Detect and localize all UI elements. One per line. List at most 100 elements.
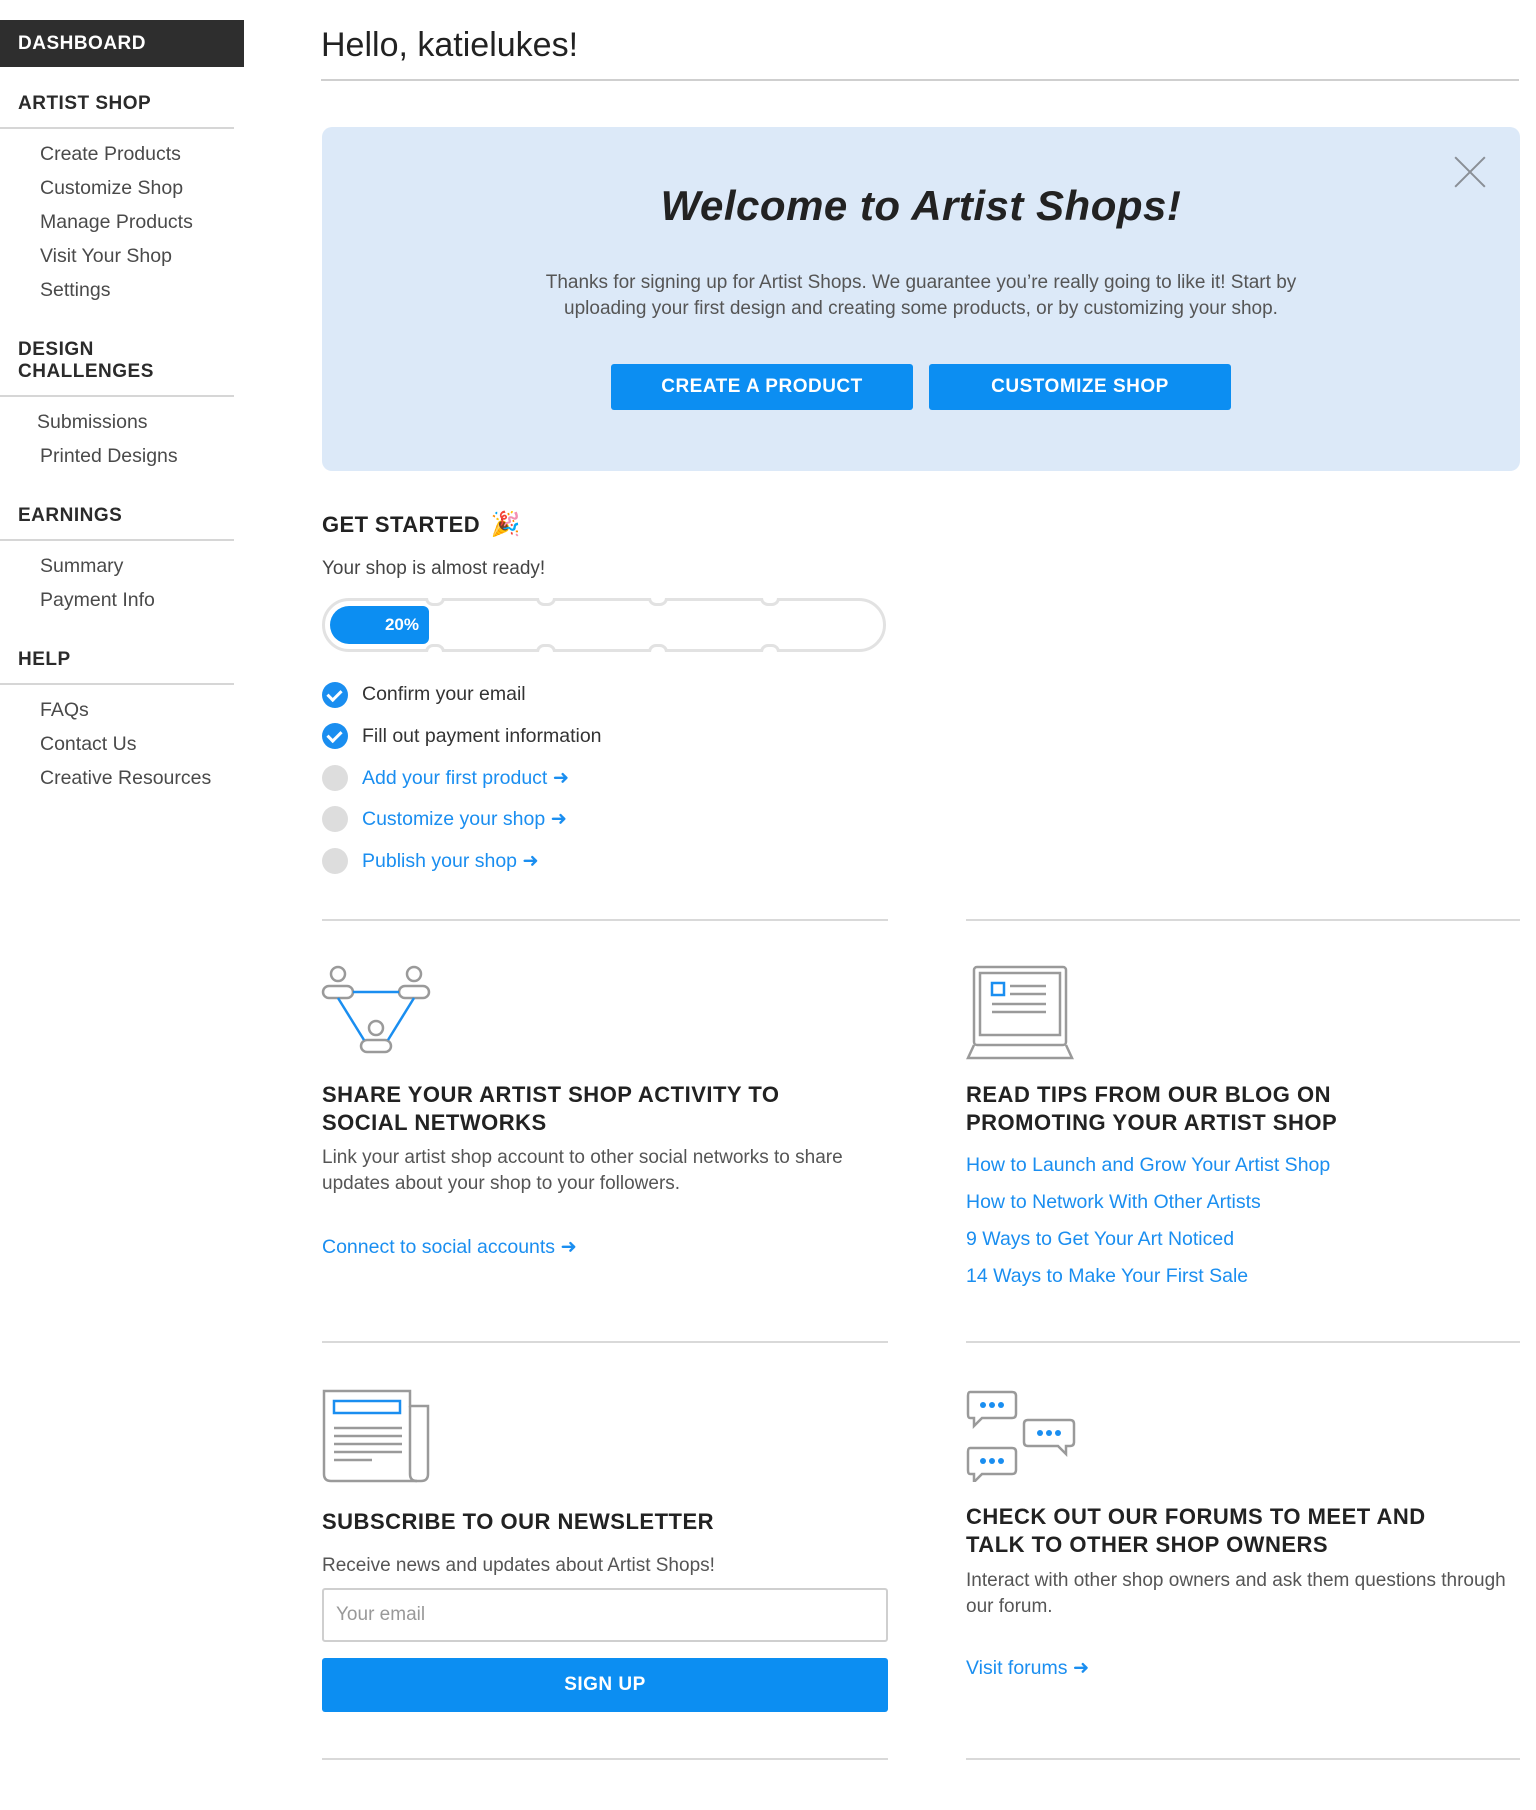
blog-title-line: READ TIPS FROM OUR BLOG ON bbox=[966, 1082, 1331, 1107]
sidebar-section-artist-shop: ARTIST SHOP Create Products Customize Sh… bbox=[0, 93, 244, 313]
get-started-title: GET STARTED bbox=[322, 512, 480, 537]
sidebar-heading: HELP bbox=[0, 649, 234, 685]
page-title: Hello, katielukes! bbox=[321, 26, 579, 64]
customize-shop-link[interactable]: Customize your shop ➜ bbox=[362, 807, 567, 831]
checklist-item-publish-shop[interactable]: Publish your shop ➜ bbox=[322, 840, 602, 882]
checklist-item-confirm-email: Confirm your email bbox=[322, 674, 602, 716]
laptop-icon bbox=[966, 965, 1074, 1060]
progress-bar: 20% bbox=[322, 598, 886, 652]
sidebar-link[interactable]: Contact Us bbox=[40, 733, 136, 755]
empty-circle-icon bbox=[322, 806, 348, 833]
add-first-product-link[interactable]: Add your first product ➜ bbox=[362, 766, 569, 790]
progress-notch bbox=[648, 644, 668, 652]
chat-bubbles-icon bbox=[966, 1390, 1076, 1482]
sidebar-link[interactable]: Printed Designs bbox=[40, 445, 178, 467]
sidebar-section-help: HELP FAQs Contact Us Creative Resources bbox=[0, 649, 244, 801]
social-card-text: Link your artist shop account to other s… bbox=[322, 1147, 843, 1194]
progress-notch bbox=[760, 644, 780, 652]
sidebar-item-create-products[interactable]: Create Products bbox=[40, 143, 244, 177]
progress-notch bbox=[536, 644, 556, 652]
forums-card-title: CHECK OUT OUR FORUMS TO MEET AND TALK TO… bbox=[966, 1503, 1426, 1559]
sidebar-link[interactable]: Settings bbox=[40, 279, 110, 301]
sidebar-link[interactable]: Create Products bbox=[40, 143, 181, 165]
sidebar-item-printed-designs[interactable]: Printed Designs bbox=[37, 445, 244, 479]
welcome-banner: Welcome to Artist Shops! Thanks for sign… bbox=[322, 127, 1520, 471]
blog-link-item[interactable]: How to Launch and Grow Your Artist Shop bbox=[966, 1154, 1330, 1191]
sidebar-link[interactable]: Submissions bbox=[37, 411, 148, 433]
sidebar-item-submissions[interactable]: Submissions bbox=[37, 411, 244, 445]
sidebar-section-earnings: EARNINGS Summary Payment Info bbox=[0, 505, 244, 623]
divider bbox=[966, 1341, 1520, 1343]
sidebar-link[interactable]: Customize Shop bbox=[40, 177, 183, 199]
sidebar-section-design-challenges: DESIGN CHALLENGES Submissions Printed De… bbox=[0, 339, 244, 479]
publish-shop-link[interactable]: Publish your shop ➜ bbox=[362, 849, 539, 873]
sidebar-item-contact-us[interactable]: Contact Us bbox=[40, 733, 244, 767]
sidebar-link[interactable]: Summary bbox=[40, 555, 123, 577]
blog-link[interactable]: 9 Ways to Get Your Art Noticed bbox=[966, 1228, 1234, 1250]
welcome-title: Welcome to Artist Shops! bbox=[660, 182, 1182, 229]
connect-social-link[interactable]: Connect to social accounts ➜ bbox=[322, 1235, 577, 1259]
social-title-line: SHARE YOUR ARTIST SHOP ACTIVITY TO bbox=[322, 1082, 780, 1107]
blog-link[interactable]: How to Network With Other Artists bbox=[966, 1191, 1261, 1213]
sidebar-link[interactable]: FAQs bbox=[40, 699, 89, 721]
empty-circle-icon bbox=[322, 764, 348, 791]
sidebar-heading: DESIGN CHALLENGES bbox=[0, 339, 234, 397]
newsletter-text: Receive news and updates about Artist Sh… bbox=[322, 1555, 715, 1576]
visit-forums-link[interactable]: Visit forums ➜ bbox=[966, 1656, 1089, 1680]
close-icon[interactable] bbox=[1452, 153, 1488, 189]
divider bbox=[322, 919, 888, 921]
blog-card-title: READ TIPS FROM OUR BLOG ON PROMOTING YOU… bbox=[966, 1081, 1337, 1137]
checklist-item-add-product[interactable]: Add your first product ➜ bbox=[322, 757, 602, 799]
checklist-label: Confirm your email bbox=[362, 683, 526, 706]
sidebar-heading: ARTIST SHOP bbox=[0, 93, 234, 129]
sidebar-dashboard[interactable]: DASHBOARD bbox=[0, 20, 244, 67]
sidebar-item-payment-info[interactable]: Payment Info bbox=[40, 589, 244, 623]
checklist-item-customize-shop[interactable]: Customize your shop ➜ bbox=[322, 799, 602, 841]
customize-shop-button[interactable]: CUSTOMIZE SHOP bbox=[929, 364, 1231, 410]
forums-title-line: CHECK OUT OUR FORUMS TO MEET AND bbox=[966, 1504, 1426, 1529]
forums-card-text: Interact with other shop owners and ask … bbox=[966, 1570, 1506, 1617]
newsletter-icon bbox=[322, 1389, 430, 1483]
social-card-title: SHARE YOUR ARTIST SHOP ACTIVITY TO SOCIA… bbox=[322, 1081, 779, 1137]
sidebar-link[interactable]: Visit Your Shop bbox=[40, 245, 172, 267]
divider bbox=[321, 79, 1519, 81]
sidebar-item-visit-shop[interactable]: Visit Your Shop bbox=[40, 245, 244, 279]
blog-link-item[interactable]: How to Network With Other Artists bbox=[966, 1191, 1330, 1228]
sign-up-button[interactable]: SIGN UP bbox=[322, 1658, 888, 1712]
party-popper-icon: 🎉 bbox=[490, 511, 521, 538]
sidebar-heading: EARNINGS bbox=[0, 505, 234, 541]
divider bbox=[322, 1758, 888, 1760]
sidebar-item-faqs[interactable]: FAQs bbox=[40, 699, 244, 733]
blog-link[interactable]: 14 Ways to Make Your First Sale bbox=[966, 1265, 1248, 1287]
blog-link-item[interactable]: 9 Ways to Get Your Art Noticed bbox=[966, 1228, 1330, 1265]
setup-checklist: Confirm your email Fill out payment info… bbox=[322, 674, 602, 882]
email-field[interactable] bbox=[322, 1588, 888, 1642]
divider bbox=[322, 1341, 888, 1343]
sidebar-link[interactable]: Manage Products bbox=[40, 211, 193, 233]
sidebar-link[interactable]: Payment Info bbox=[40, 589, 155, 611]
get-started-heading: GET STARTED 🎉 bbox=[322, 510, 521, 539]
check-circle-icon bbox=[322, 723, 348, 750]
sidebar: DASHBOARD ARTIST SHOP Create Products Cu… bbox=[0, 20, 244, 801]
progress-notch bbox=[536, 598, 556, 606]
create-product-button[interactable]: CREATE A PRODUCT bbox=[611, 364, 913, 410]
social-title-line: SOCIAL NETWORKS bbox=[322, 1110, 547, 1135]
progress-fill: 20% bbox=[330, 606, 429, 644]
checklist-label: Fill out payment information bbox=[362, 724, 602, 747]
sidebar-link[interactable]: Creative Resources bbox=[40, 767, 211, 789]
empty-circle-icon bbox=[322, 847, 348, 874]
progress-notch bbox=[425, 644, 445, 652]
sidebar-item-settings[interactable]: Settings bbox=[40, 279, 244, 313]
sidebar-item-manage-products[interactable]: Manage Products bbox=[40, 211, 244, 245]
sidebar-item-summary[interactable]: Summary bbox=[40, 555, 244, 589]
forums-title-line: TALK TO OTHER SHOP OWNERS bbox=[966, 1532, 1329, 1557]
welcome-text: Thanks for signing up for Artist Shops. … bbox=[545, 272, 1297, 319]
checklist-item-payment-info: Fill out payment information bbox=[322, 716, 602, 758]
blog-link-item[interactable]: 14 Ways to Make Your First Sale bbox=[966, 1265, 1330, 1302]
blog-link[interactable]: How to Launch and Grow Your Artist Shop bbox=[966, 1154, 1330, 1176]
social-network-icon bbox=[321, 965, 431, 1054]
check-circle-icon bbox=[322, 681, 348, 708]
blog-links: How to Launch and Grow Your Artist Shop … bbox=[966, 1154, 1330, 1302]
sidebar-item-creative-resources[interactable]: Creative Resources bbox=[40, 767, 244, 801]
sidebar-item-customize-shop[interactable]: Customize Shop bbox=[40, 177, 244, 211]
